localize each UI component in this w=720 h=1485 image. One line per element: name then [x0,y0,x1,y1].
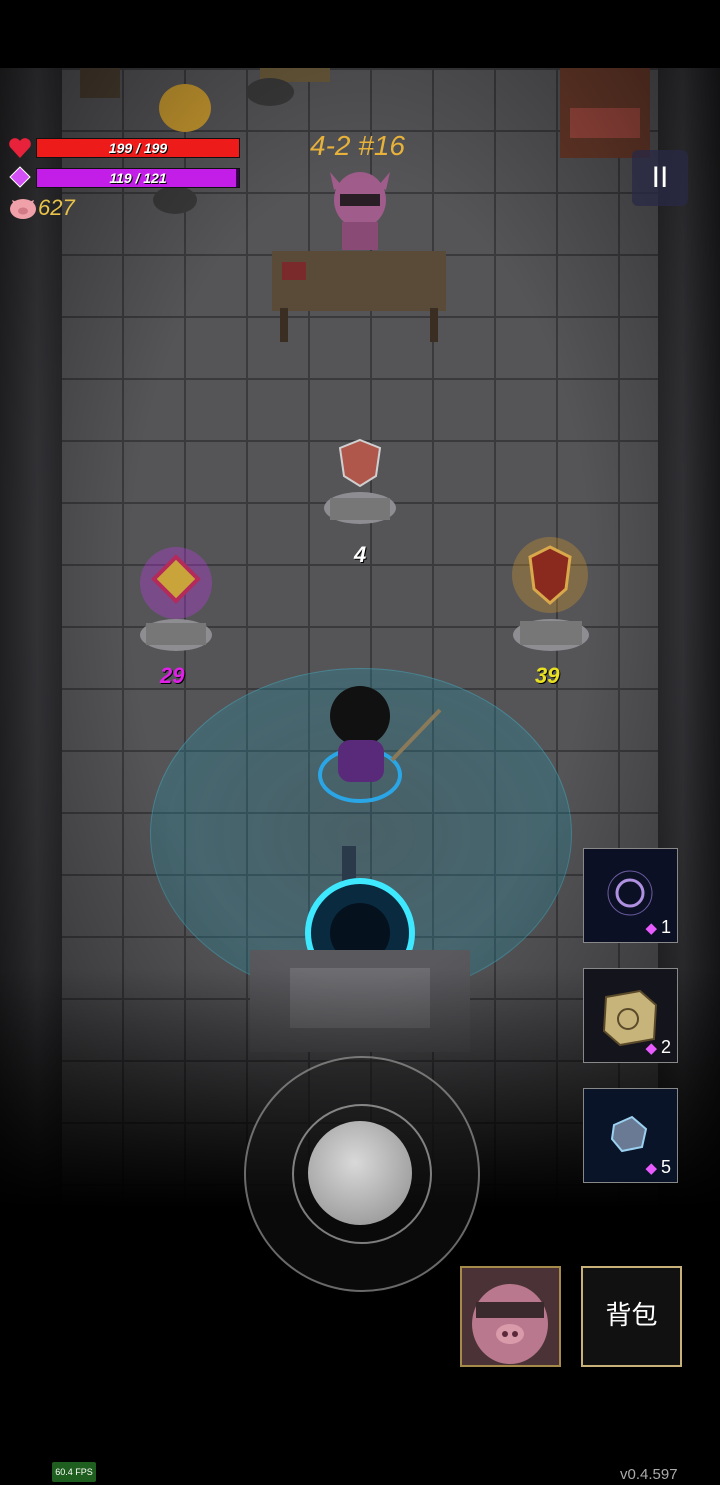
health-text: 199 / 199 [108,140,168,156]
level-indicator: 4-2 #16 [310,130,405,161]
pig-merchant-portrait [462,1268,559,1365]
skill-cost: ◆ 2 [645,1037,671,1057]
skill-slot-crystal[interactable]: ◆ 5 [583,1088,678,1183]
price-label-rune: 29 [160,663,185,688]
pause-button[interactable]: II [632,150,688,206]
mana-gem-icon: ◆ [645,920,657,937]
mana-bar: 119 / 121 [36,168,240,188]
skill-cost: ◆ 1 [645,917,671,937]
skill-slot-cube[interactable]: ◆ 2 [583,968,678,1063]
coin-count: 627 [38,195,75,220]
mana-gem-icon: ◆ [645,1160,657,1177]
merchant-portrait-button[interactable] [460,1266,561,1367]
heart-icon [9,138,31,158]
joystick-knob[interactable] [308,1121,412,1225]
fps-counter: 60.4 FPS [52,1462,96,1482]
price-label-winged-shield: 39 [535,663,560,688]
skill-slot-vortex[interactable]: ◆ 1 [583,848,678,943]
price-label-shield: 4 [354,542,367,567]
mana-gem-icon: ◆ [645,1040,657,1057]
bag-button[interactable]: 背包 [581,1266,682,1367]
skill-cost: ◆ 5 [645,1157,671,1177]
health-bar: 199 / 199 [36,138,240,158]
version-label: v0.4.597 [620,1466,678,1483]
mana-gem-icon [9,166,31,188]
mana-text: 119 / 121 [109,170,167,186]
pig-coin-icon [10,199,36,219]
